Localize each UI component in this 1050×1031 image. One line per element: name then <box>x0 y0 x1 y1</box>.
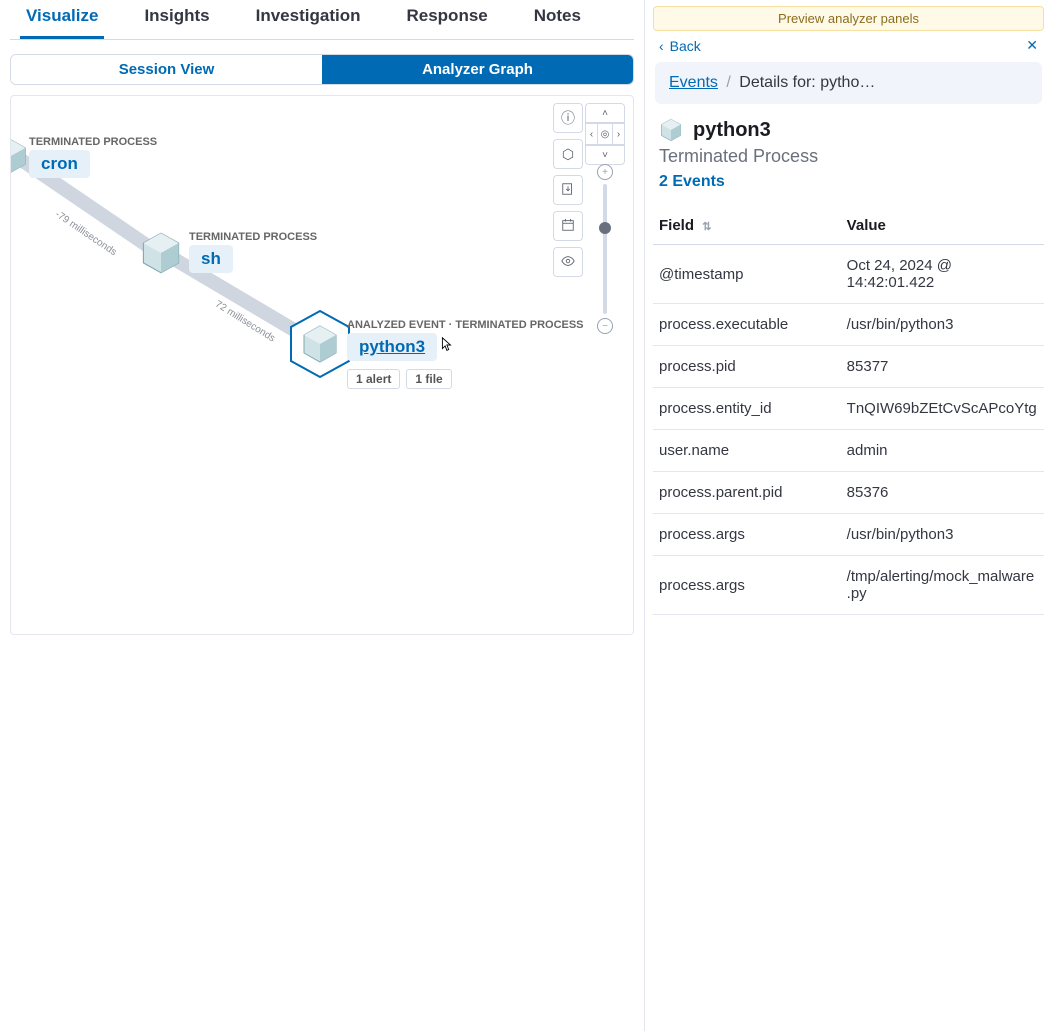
process-node-icon-python3 <box>287 308 353 380</box>
calendar-icon <box>561 218 575 235</box>
pan-control: ˄ ‹ ◎ › ˅ <box>585 103 625 165</box>
events-count-link[interactable]: 2 Events <box>659 173 725 190</box>
crumb-events-link[interactable]: Events <box>669 74 718 91</box>
value-cell: 85376 <box>841 472 1044 514</box>
pan-up-button[interactable]: ˄ <box>585 103 625 123</box>
tool-info-button[interactable]: ⓘ <box>553 103 583 133</box>
hexagon-icon: ⬡ <box>562 146 574 163</box>
node-python3-title: ANALYZED EVENT · TERMINATED PROCESS <box>347 319 584 331</box>
table-row: @timestampOct 24, 2024 @ 14:42:01.422 <box>653 245 1044 304</box>
subtab-analyzer-graph[interactable]: Analyzer Graph <box>322 55 633 84</box>
cursor-pointer-icon <box>437 336 455 354</box>
value-cell: 85377 <box>841 346 1044 388</box>
chevron-left-icon: ‹ <box>590 129 593 140</box>
tab-visualize[interactable]: Visualize <box>20 0 104 39</box>
pill-alert-count[interactable]: 1 alert <box>347 369 400 389</box>
details-table: Field ⇅ Value @timestampOct 24, 2024 @ 1… <box>653 209 1044 615</box>
zoom-in-button[interactable]: + <box>597 164 613 180</box>
eye-icon <box>561 254 575 271</box>
field-cell: process.entity_id <box>653 388 841 430</box>
chevron-right-icon: › <box>617 129 620 140</box>
crumb-separator: / <box>722 74 734 91</box>
table-row: process.args/tmp/alerting/mock_malware.p… <box>653 556 1044 615</box>
pan-left-button[interactable]: ‹ <box>585 123 598 145</box>
pan-center-button[interactable]: ◎ <box>598 123 612 145</box>
chevron-down-icon: ˅ <box>602 150 608 161</box>
zoom-slider-track[interactable] <box>603 184 607 314</box>
tab-notes[interactable]: Notes <box>528 0 587 39</box>
table-row: user.nameadmin <box>653 430 1044 472</box>
col-header-field[interactable]: Field ⇅ <box>653 209 841 245</box>
pan-right-button[interactable]: › <box>612 123 625 145</box>
tab-insights[interactable]: Insights <box>138 0 215 39</box>
panel-subtitle: Terminated Process <box>653 142 1044 173</box>
node-cron-title: TERMINATED PROCESS <box>29 136 157 148</box>
pan-down-button[interactable]: ˅ <box>585 145 625 165</box>
zoom-out-button[interactable]: − <box>597 318 613 334</box>
value-cell: /tmp/alerting/mock_malware.py <box>841 556 1044 615</box>
process-node-icon-cron <box>10 138 29 174</box>
node-cron-label[interactable]: cron <box>29 150 90 178</box>
node-sh-label[interactable]: sh <box>189 245 233 273</box>
value-cell: /usr/bin/python3 <box>841 514 1044 556</box>
edge-cron-sh-label: -79 milliseconds <box>53 209 119 258</box>
node-python3-label[interactable]: python3 <box>347 333 437 361</box>
view-toggle: Session View Analyzer Graph <box>10 54 634 85</box>
panel-title: python3 <box>693 119 771 142</box>
col-header-field-label: Field <box>659 217 694 234</box>
field-cell: process.args <box>653 556 841 615</box>
process-node-icon-sh <box>139 231 183 275</box>
export-icon <box>561 182 575 199</box>
field-cell: process.executable <box>653 304 841 346</box>
crumb-current: Details for: pytho… <box>739 74 875 91</box>
info-icon: ⓘ <box>561 108 575 128</box>
pill-file-count[interactable]: 1 file <box>406 369 451 389</box>
main-tabs: Visualize Insights Investigation Respons… <box>10 0 634 40</box>
target-icon: ◎ <box>601 129 610 140</box>
back-button[interactable]: ‹ Back <box>659 38 701 54</box>
chevron-left-icon: ‹ <box>659 38 664 54</box>
node-sh-title: TERMINATED PROCESS <box>189 231 317 243</box>
field-cell: process.args <box>653 514 841 556</box>
close-panel-button[interactable]: ✕ <box>1026 37 1038 54</box>
field-cell: user.name <box>653 430 841 472</box>
field-cell: process.pid <box>653 346 841 388</box>
sort-icon: ⇅ <box>702 221 711 233</box>
subtab-session-view[interactable]: Session View <box>11 55 322 84</box>
value-cell: TnQIW69bZEtCvScAPcoYtg <box>841 388 1044 430</box>
zoom-slider-handle[interactable] <box>599 222 611 234</box>
table-row: process.executable/usr/bin/python3 <box>653 304 1044 346</box>
value-cell: /usr/bin/python3 <box>841 304 1044 346</box>
zoom-control: + − <box>595 164 615 334</box>
field-cell: process.parent.pid <box>653 472 841 514</box>
process-icon <box>659 118 683 142</box>
edge-sh-python3-label: 72 milliseconds <box>213 299 277 345</box>
table-row: process.entity_idTnQIW69bZEtCvScAPcoYtg <box>653 388 1044 430</box>
preview-banner: Preview analyzer panels <box>653 6 1044 31</box>
value-cell: admin <box>841 430 1044 472</box>
minus-icon: − <box>602 321 608 332</box>
table-row: process.parent.pid85376 <box>653 472 1044 514</box>
tool-export-button[interactable] <box>553 175 583 205</box>
plus-icon: + <box>602 167 608 178</box>
breadcrumb: Events / Details for: pytho… <box>655 62 1042 104</box>
table-row: process.args/usr/bin/python3 <box>653 514 1044 556</box>
tool-shape-button[interactable]: ⬡ <box>553 139 583 169</box>
tool-date-button[interactable] <box>553 211 583 241</box>
close-icon: ✕ <box>1026 37 1038 53</box>
value-cell: Oct 24, 2024 @ 14:42:01.422 <box>841 245 1044 304</box>
table-row: process.pid85377 <box>653 346 1044 388</box>
col-header-value[interactable]: Value <box>841 209 1044 245</box>
field-cell: @timestamp <box>653 245 841 304</box>
back-label: Back <box>670 38 701 54</box>
analyzer-graph-canvas[interactable]: TERMINATED PROCESS cron -79 milliseconds… <box>10 95 634 635</box>
tab-investigation[interactable]: Investigation <box>250 0 367 39</box>
chevron-up-icon: ˄ <box>602 108 608 119</box>
tab-response[interactable]: Response <box>400 0 493 39</box>
tool-visibility-button[interactable] <box>553 247 583 277</box>
